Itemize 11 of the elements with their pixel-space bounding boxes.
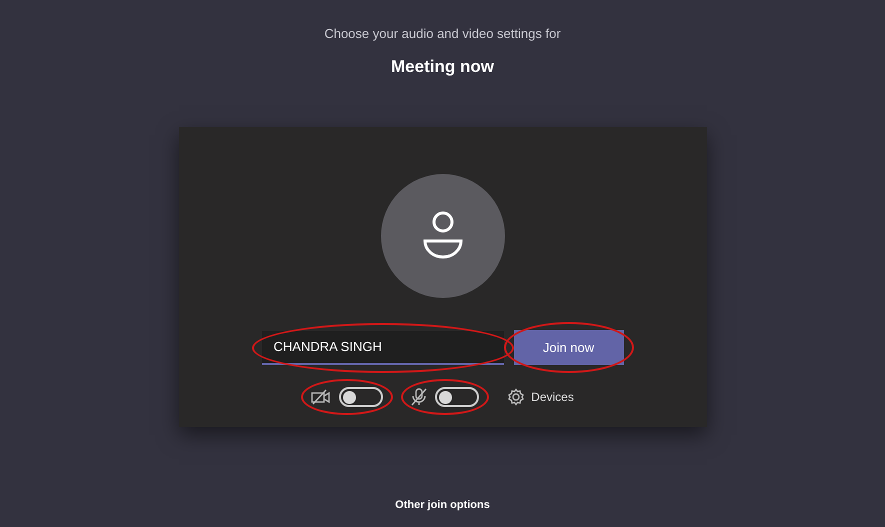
toggle-switch[interactable] (435, 387, 480, 407)
meeting-title: Meeting now (391, 56, 494, 78)
join-now-button[interactable]: Join now (514, 330, 624, 365)
camera-off-icon (311, 389, 332, 405)
other-join-options-link[interactable]: Other join options (395, 497, 490, 514)
microphone-off-icon (411, 388, 428, 406)
toggle-switch[interactable] (339, 387, 384, 407)
devices-button[interactable]: Devices (507, 388, 574, 406)
settings-icon (507, 388, 526, 406)
subtitle: Choose your audio and video settings for (324, 25, 561, 43)
name-field[interactable]: CHANDRA SINGH (262, 330, 504, 364)
